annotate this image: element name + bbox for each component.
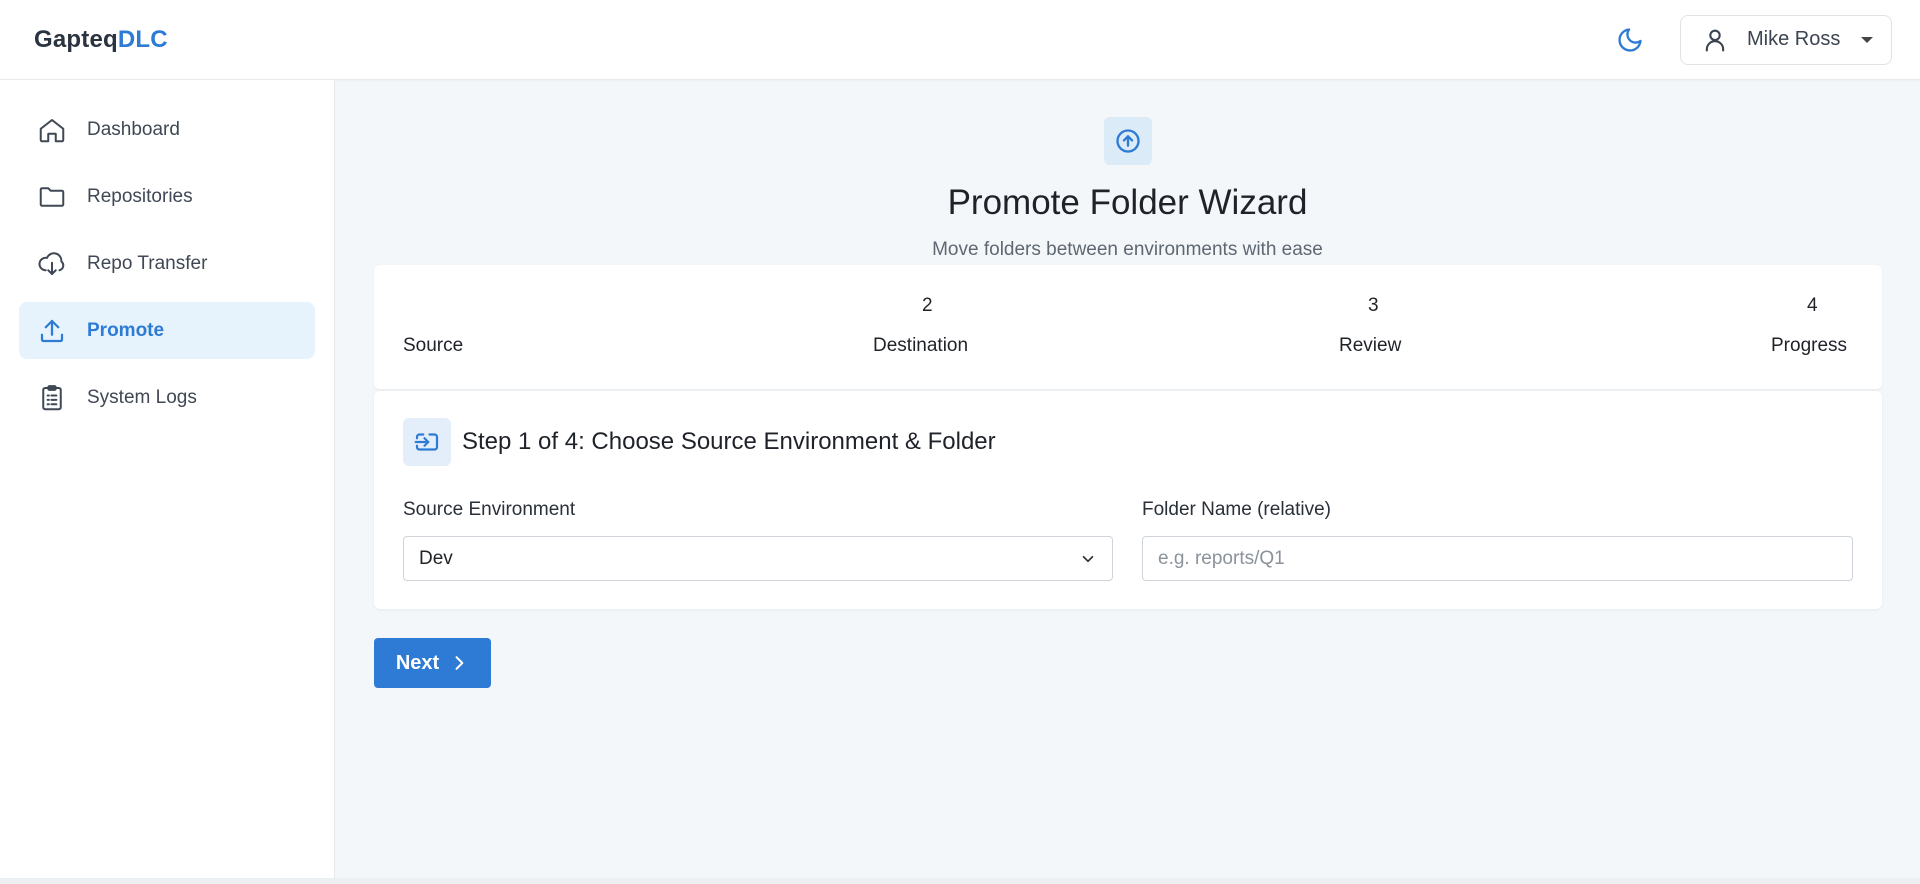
theme-toggle-button[interactable] — [1610, 20, 1650, 60]
chevron-right-icon — [455, 656, 464, 670]
step-number: 2 — [922, 295, 933, 316]
bottom-strip — [0, 878, 1920, 884]
upload-icon — [40, 319, 64, 342]
sidebar-item-label: Repositories — [87, 185, 193, 207]
next-button[interactable]: Next — [374, 638, 491, 688]
sidebar-item-system-logs[interactable]: System Logs — [19, 369, 315, 426]
card-title: Step 1 of 4: Choose Source Environment &… — [462, 428, 996, 455]
sidebar-item-label: System Logs — [87, 386, 197, 408]
step-source[interactable]: Source — [403, 265, 523, 389]
sidebar-item-label: Promote — [87, 319, 165, 341]
sidebar-item-label: Dashboard — [87, 118, 180, 140]
source-environment-value: Dev — [419, 547, 453, 569]
folder-name-input[interactable] — [1142, 536, 1853, 581]
step-number: 3 — [1368, 295, 1379, 316]
step-label: Progress — [1771, 335, 1848, 356]
user-name: Mike Ross — [1747, 28, 1841, 50]
user-menu-button[interactable]: Mike Ross — [1680, 14, 1892, 65]
sidebar-item-promote[interactable]: Promote — [19, 302, 315, 359]
brand-logo[interactable]: GapteqDLC — [34, 26, 168, 54]
page-subtitle: Move folders between environments with e… — [932, 239, 1323, 260]
folder-name-label: Folder Name (relative) — [1142, 499, 1331, 520]
moon-icon — [1618, 27, 1642, 52]
arrow-up-circle-icon — [1116, 129, 1140, 153]
step-progress[interactable]: 4 Progress — [1771, 265, 1856, 389]
step-review[interactable]: 3 Review — [1339, 265, 1409, 389]
sidebar-item-dashboard[interactable]: Dashboard — [19, 101, 315, 158]
card-icon-container — [403, 418, 451, 466]
step-label: Review — [1339, 335, 1402, 356]
folder-import-icon — [414, 433, 439, 451]
source-environment-select[interactable]: Dev — [403, 536, 1113, 581]
top-bar-actions: Mike Ross — [1610, 14, 1892, 65]
home-icon — [39, 118, 65, 142]
cloud-download-icon — [38, 251, 65, 275]
step-number: 4 — [1807, 295, 1818, 316]
source-environment-label: Source Environment — [403, 499, 576, 520]
folder-icon — [39, 186, 65, 207]
sidebar: Dashboard Repositories Repo Transfer Pro… — [0, 80, 335, 878]
sidebar-item-repo-transfer[interactable]: Repo Transfer — [19, 235, 315, 292]
step-card: Step 1 of 4: Choose Source Environment &… — [374, 391, 1882, 609]
sidebar-item-repositories[interactable]: Repositories — [19, 168, 315, 225]
hero-icon-container — [1104, 117, 1152, 165]
step-destination[interactable]: 2 Destination — [873, 265, 983, 389]
caret-down-icon — [1861, 36, 1873, 43]
step-label: Source — [403, 335, 464, 356]
sidebar-item-label: Repo Transfer — [87, 252, 208, 274]
brand-name-part1: Gapteq — [34, 25, 118, 53]
brand-name-part2: DLC — [117, 25, 168, 53]
step-label: Destination — [873, 335, 969, 356]
next-button-label: Next — [395, 651, 440, 674]
card-header: Step 1 of 4: Choose Source Environment &… — [403, 418, 996, 466]
chevron-down-icon — [1082, 555, 1094, 562]
clipboard-list-icon — [42, 384, 62, 410]
main-content: Promote Folder Wizard Move folders betwe… — [335, 80, 1920, 878]
top-bar: GapteqDLC Mike Ross — [0, 0, 1920, 80]
page-title: Promote Folder Wizard — [947, 183, 1308, 222]
wizard-stepper: Source 2 Destination 3 Review 4 Progress — [374, 265, 1882, 389]
user-icon — [1705, 29, 1725, 52]
